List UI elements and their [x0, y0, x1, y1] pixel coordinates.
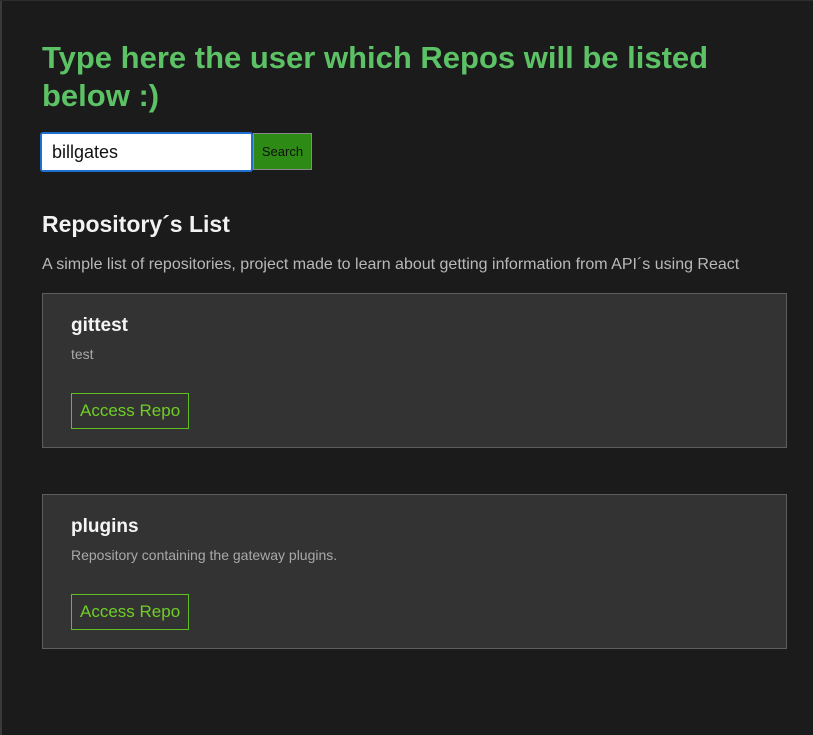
repo-name: plugins [71, 516, 139, 537]
page-title: Type here the user which Repos will be l… [42, 40, 709, 113]
repo-description: test [71, 346, 94, 362]
access-repo-button[interactable]: Access Repo [71, 393, 190, 429]
repo-card: gittest test Access Repo [42, 293, 787, 448]
repo-card: plugins Repository containing the gatewa… [42, 494, 787, 649]
repo-description: Repository containing the gateway plugin… [71, 547, 338, 563]
search-form: Search [40, 132, 312, 172]
username-search-input[interactable] [40, 132, 253, 172]
access-repo-button[interactable]: Access Repo [71, 594, 190, 630]
window-edge-left [0, 0, 2, 735]
window-edge-top [0, 0, 813, 1]
repository-list-description: A simple list of repositories, project m… [42, 256, 740, 273]
search-button[interactable]: Search [253, 133, 312, 170]
repo-name: gittest [71, 315, 128, 336]
repository-list-heading: Repository´s List [42, 211, 230, 237]
